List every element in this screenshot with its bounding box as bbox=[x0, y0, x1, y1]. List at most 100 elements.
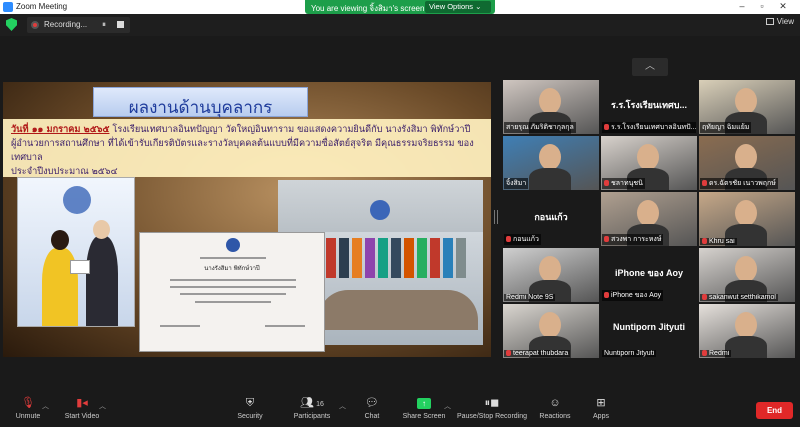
participant-face bbox=[735, 144, 757, 170]
participant-name: จิ้งสิมา bbox=[506, 180, 527, 187]
conference-table bbox=[318, 290, 478, 330]
apps-button[interactable]: ⊞ Apps bbox=[588, 397, 614, 420]
participant-name: สายรุณ ภัมริติชากุลกุล bbox=[506, 124, 574, 131]
muted-mic-icon bbox=[702, 350, 707, 356]
cert-signature-line bbox=[265, 325, 305, 327]
meeting-toolbar: 🎙︎ Unmute ︿ ▮◂ Start Video ︿ ⛨ Security … bbox=[0, 394, 800, 427]
person bbox=[378, 238, 388, 278]
muted-mic-icon bbox=[604, 292, 609, 298]
participant-name: Khru sai bbox=[709, 238, 735, 245]
close-icon[interactable]: ✕ bbox=[776, 1, 790, 12]
person bbox=[456, 238, 466, 278]
participant-name-tag: ชลาทนุชนิ bbox=[602, 178, 645, 189]
panel-splitter-handle[interactable] bbox=[494, 210, 498, 224]
encryption-shield-icon[interactable] bbox=[6, 18, 17, 31]
pause-recording-icon[interactable]: ⏸ bbox=[102, 20, 106, 30]
share-options-caret-icon[interactable]: ︿ bbox=[444, 401, 451, 411]
apps-grid-icon: ⊞ bbox=[596, 397, 606, 409]
person bbox=[417, 238, 427, 278]
participant-display-name: กอนแก้ว bbox=[534, 212, 568, 222]
pause-stop-recording-button[interactable]: ⏸◼ Pause/Stop Recording bbox=[456, 397, 528, 420]
participant-name-tag: teerapat thubdara bbox=[504, 350, 571, 357]
person bbox=[326, 238, 336, 278]
stop-recording-icon[interactable] bbox=[117, 21, 124, 28]
muted-mic-icon bbox=[604, 124, 609, 130]
participant-tile[interactable]: ชลาทนุชนิ bbox=[601, 136, 697, 190]
view-button[interactable]: View bbox=[765, 17, 794, 26]
start-video-button[interactable]: ▮◂ Start Video bbox=[60, 397, 104, 420]
participant-tile[interactable]: กอนแก้ว กอนแก้ว bbox=[503, 192, 599, 246]
slide-heading-banner: ผลงานด้านบุคลากร bbox=[93, 87, 308, 118]
muted-mic-icon bbox=[702, 238, 707, 244]
chat-button[interactable]: 💬︎ Chat bbox=[357, 397, 387, 420]
participant-name-tag: sakanwut setthikamol bbox=[700, 294, 778, 301]
participant-name-tag: iPhone ของ Aoy bbox=[602, 290, 664, 301]
participant-name-tag: Redmi Note 9S bbox=[504, 294, 556, 301]
participant-face bbox=[637, 144, 659, 170]
participants-caret-icon[interactable]: ︿ bbox=[339, 401, 346, 411]
view-options-label: View Options bbox=[429, 2, 474, 11]
participant-tile[interactable]: Khru sai bbox=[699, 192, 795, 246]
security-button[interactable]: ⛨ Security bbox=[232, 397, 268, 420]
participant-name-tag: ฤทัยญา ฉิมแย้ม bbox=[700, 122, 752, 133]
view-options-button[interactable]: View Options ⌄ bbox=[425, 1, 491, 13]
muted-mic-icon bbox=[506, 350, 511, 356]
participants-icon: 👥︎ 16 bbox=[300, 397, 324, 409]
participant-tile[interactable]: Nuntiporn Jityuti Nuntiporn Jityuti bbox=[601, 304, 697, 358]
maximize-icon[interactable]: ▫ bbox=[755, 1, 769, 11]
window-title: Zoom Meeting bbox=[16, 2, 68, 11]
participant-tile[interactable]: สายรุณ ภัมริติชากุลกุล bbox=[503, 80, 599, 134]
participant-face bbox=[539, 256, 561, 282]
unmute-button[interactable]: 🎙︎ Unmute bbox=[10, 397, 46, 420]
recording-dot-icon bbox=[31, 21, 39, 29]
participant-tile[interactable]: ร.ร.โรงเรียนเทศบ... ร.ร.โรงเรียนเทศบาลอิน… bbox=[601, 80, 697, 134]
video-options-caret-icon[interactable]: ︿ bbox=[99, 401, 106, 411]
participant-name-tag: สวงพา การะหงษ์ bbox=[602, 234, 664, 245]
cert-text-line bbox=[195, 301, 271, 303]
security-shield-icon: ⛨ bbox=[245, 397, 255, 409]
participant-tile[interactable]: จิ้งสิมา bbox=[503, 136, 599, 190]
share-screen-button[interactable]: ↑ Share Screen bbox=[402, 397, 446, 420]
person-dark-suit bbox=[86, 236, 118, 326]
participant-face bbox=[735, 200, 757, 226]
certificate-in-hand bbox=[70, 260, 90, 274]
muted-microphone-icon: 🎙︎ bbox=[21, 397, 35, 409]
share-screen-icon: ↑ bbox=[402, 397, 446, 410]
participant-face bbox=[735, 256, 757, 282]
participant-display-name: ร.ร.โรงเรียนเทศบ... bbox=[610, 100, 687, 110]
end-meeting-button[interactable]: End bbox=[756, 402, 793, 419]
participant-tile[interactable]: ฤทัยญา ฉิมแย้ม bbox=[699, 80, 795, 134]
participant-tile[interactable]: iPhone ของ Aoy iPhone ของ Aoy bbox=[601, 248, 697, 302]
minimize-icon[interactable]: – bbox=[735, 1, 749, 11]
muted-mic-icon bbox=[506, 236, 511, 242]
participant-tile[interactable]: teerapat thubdara bbox=[503, 304, 599, 358]
participant-name-tag: จิ้งสิมา bbox=[504, 178, 529, 189]
participant-face bbox=[539, 312, 561, 338]
reactions-label: Reactions bbox=[539, 413, 571, 420]
reactions-button[interactable]: ☺ Reactions bbox=[538, 397, 572, 420]
participant-tile[interactable]: sakanwut setthikamol bbox=[699, 248, 795, 302]
chat-bubble-icon: 💬︎ bbox=[365, 397, 379, 409]
shared-screen: ผลงานด้านบุคลากร วันที่ ๑๑ มกราคม ๒๕๖๕ โ… bbox=[3, 82, 491, 357]
participant-face bbox=[735, 88, 757, 114]
slide-text-box: วันที่ ๑๑ มกราคม ๒๕๖๕ โรงเรียนเทศบาลอินท… bbox=[3, 119, 491, 177]
audio-options-caret-icon[interactable]: ︿ bbox=[42, 401, 49, 411]
slide-body-line2: ผู้อำนวยการสถานศึกษา ที่ได้เข้ารับเกียรต… bbox=[11, 138, 474, 163]
participant-name: สวงพา การะหงษ์ bbox=[611, 236, 662, 243]
muted-mic-icon bbox=[702, 180, 707, 186]
person bbox=[430, 238, 440, 278]
certificate-seal-icon bbox=[226, 238, 240, 252]
participant-gallery: สายรุณ ภัมริติชากุลกุล ร.ร.โรงเรียนเทศบ..… bbox=[503, 80, 795, 360]
participants-button[interactable]: 👥︎ 16 Participants bbox=[290, 397, 334, 420]
unmute-label: Unmute bbox=[15, 413, 41, 420]
participant-name: ฤทัยญา ฉิมแย้ม bbox=[702, 124, 750, 131]
participant-tile[interactable]: ดร.ฉัตรชัย เนาวพฤกษ์ bbox=[699, 136, 795, 190]
participant-face bbox=[637, 200, 659, 226]
scroll-up-arrow-icon[interactable]: ︿ bbox=[632, 58, 668, 76]
view-button-label: View bbox=[776, 17, 794, 26]
participant-tile[interactable]: Redmi bbox=[699, 304, 795, 358]
participant-tile[interactable]: Redmi Note 9S bbox=[503, 248, 599, 302]
viewing-share-banner: You are viewing จิ้งสิมา's screen View O… bbox=[305, 0, 495, 14]
participant-tile[interactable]: สวงพา การะหงษ์ bbox=[601, 192, 697, 246]
cert-signature-line bbox=[160, 325, 200, 327]
